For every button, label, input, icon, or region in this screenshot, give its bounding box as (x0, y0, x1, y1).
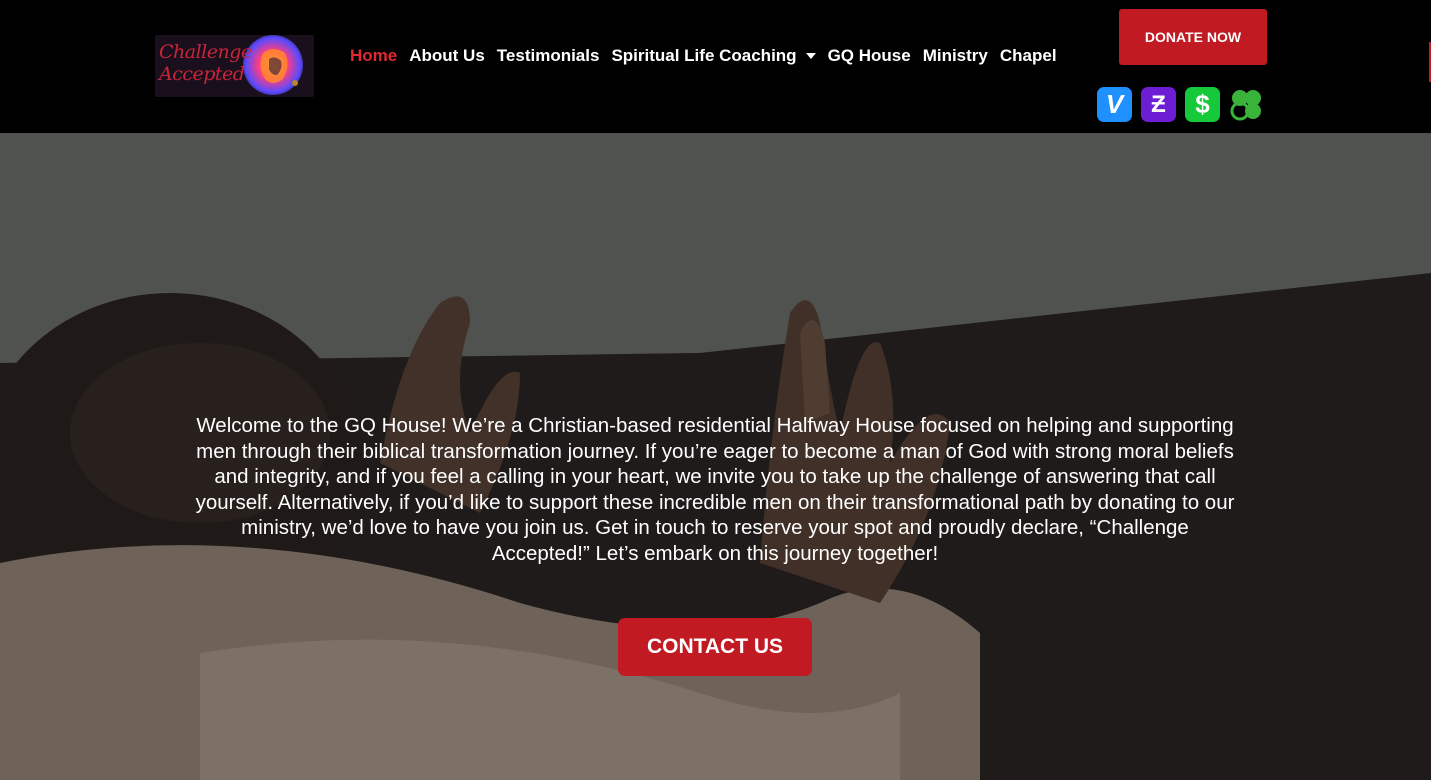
clover-shape (1230, 90, 1261, 121)
nav-label: Chapel (999, 46, 1057, 65)
nav-item-about-us[interactable]: About Us (409, 46, 485, 66)
nav-item-chapel[interactable]: Chapel (1000, 46, 1057, 66)
nav-item-ministry[interactable]: Ministry (923, 46, 988, 66)
hero-intro-text: Welcome to the GQ House! We’re a Christi… (195, 414, 1235, 565)
nav-item-spiritual-life-coaching[interactable]: Spiritual Life Coaching (611, 46, 816, 66)
chevron-down-icon (805, 53, 816, 59)
hero-section: Welcome to the GQ House! We’re a Christi… (0, 133, 1431, 780)
main-nav: Home About Us Testimonials Spiritual Lif… (350, 44, 1069, 68)
nav-label: About Us (409, 46, 485, 65)
nav-item-testimonials[interactable]: Testimonials (497, 46, 600, 66)
logo-text: Challenge Accepted (159, 41, 252, 85)
clover-icon[interactable] (1229, 87, 1264, 122)
nav-item-home[interactable]: Home (350, 46, 397, 66)
nav-label: Ministry (922, 46, 988, 65)
site-header: Challenge Accepted Home About Us Testimo… (0, 0, 1431, 133)
contact-us-button[interactable]: CONTACT US (618, 618, 812, 676)
nav-label: Home (350, 46, 398, 65)
cash-app-icon[interactable]: $ (1185, 87, 1220, 122)
nav-label: Spiritual Life Coaching (611, 46, 797, 65)
nav-label: GQ House (827, 46, 911, 65)
zelle-icon[interactable]: Ƶ (1141, 87, 1176, 122)
nav-item-gq-house[interactable]: GQ House (828, 46, 911, 66)
venmo-icon[interactable]: V (1097, 87, 1132, 122)
nav-label: Testimonials (496, 46, 600, 65)
payment-icons: V Ƶ $ (1097, 87, 1264, 122)
site-logo[interactable]: Challenge Accepted (155, 35, 314, 97)
donate-now-button[interactable]: DONATE NOW (1119, 9, 1267, 65)
